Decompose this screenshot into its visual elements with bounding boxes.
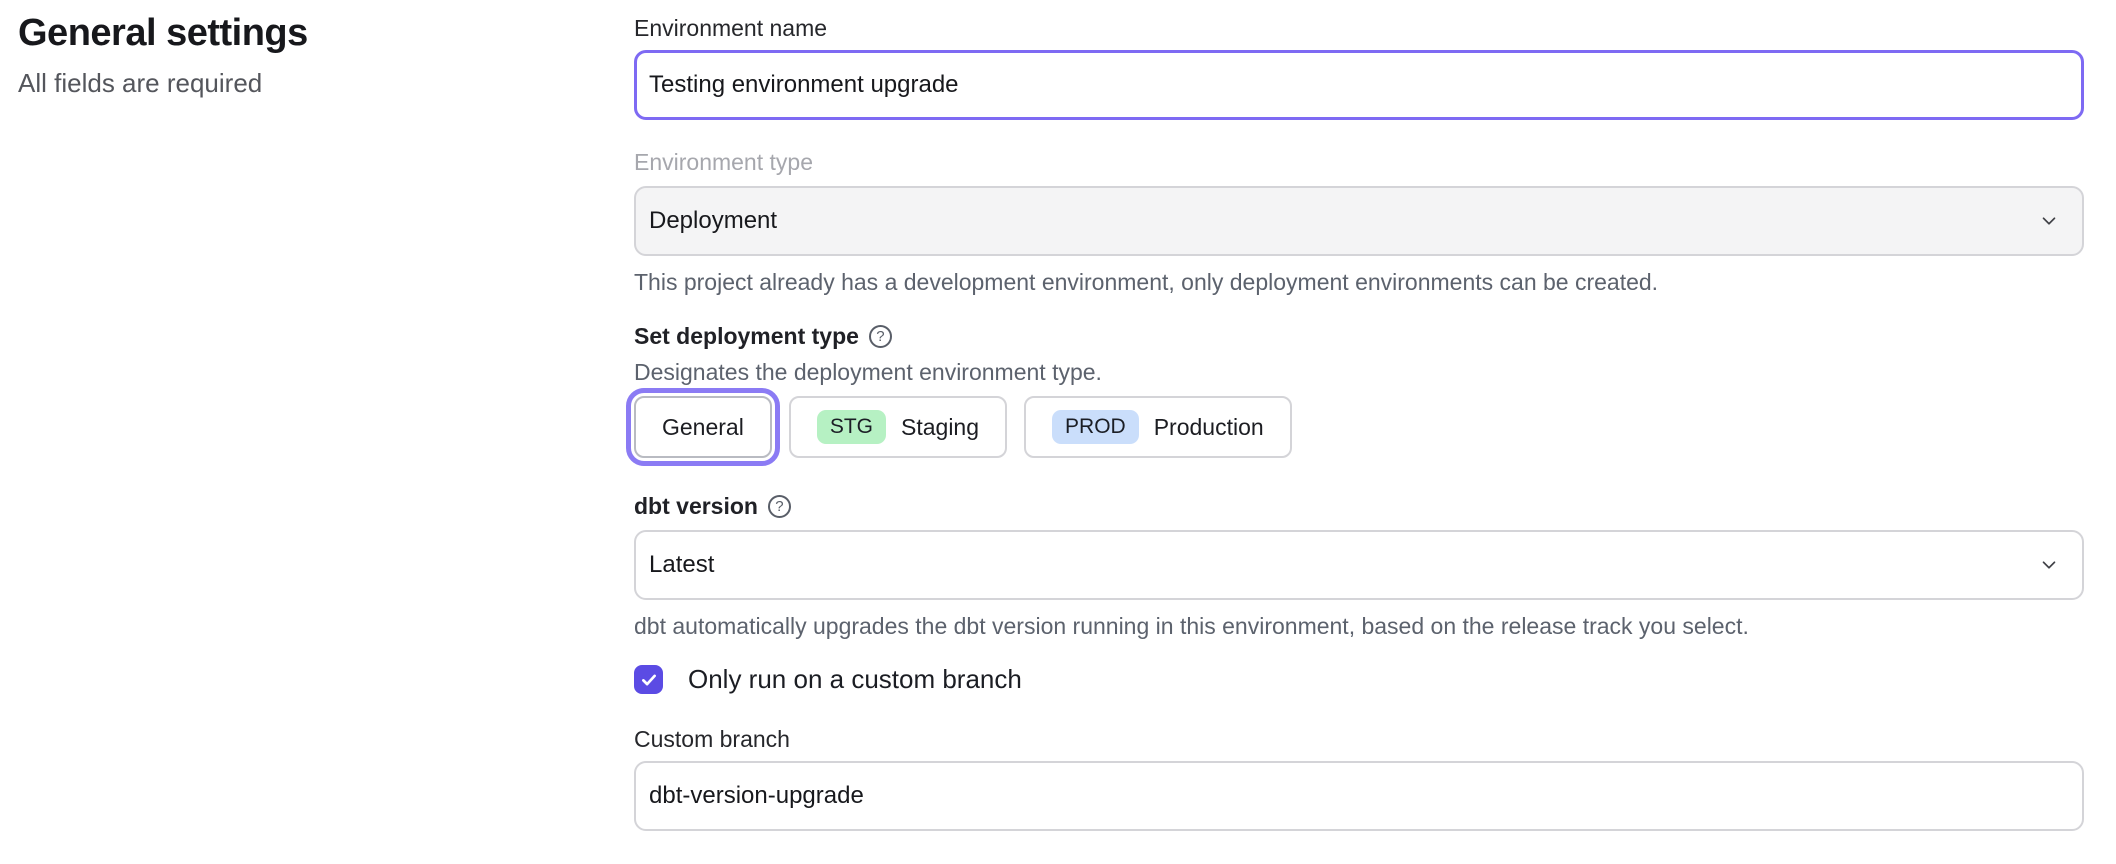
check-icon	[640, 671, 658, 689]
environment-name-input[interactable]	[634, 50, 2084, 120]
page-subtitle: All fields are required	[18, 67, 578, 100]
production-button-label: Production	[1154, 414, 1264, 441]
chevron-down-icon	[2038, 554, 2060, 576]
environment-type-label: Environment type	[634, 148, 2084, 176]
environment-type-value: Deployment	[649, 207, 777, 235]
custom-branch-toggle-label[interactable]: Only run on a custom branch	[688, 664, 1022, 695]
deployment-type-label: Set deployment type	[634, 322, 859, 350]
general-button-label: General	[662, 414, 744, 441]
custom-branch-label: Custom branch	[634, 725, 2084, 753]
page-title: General settings	[18, 10, 578, 58]
help-icon[interactable]: ?	[768, 495, 791, 518]
dbt-version-label-row: dbt version ?	[634, 492, 2084, 520]
environment-settings-page: General settings All fields are required…	[0, 0, 2116, 864]
environment-settings-form: Environment name Environment type Deploy…	[634, 0, 2084, 831]
settings-header: General settings All fields are required	[18, 10, 578, 99]
environment-name-label: Environment name	[634, 14, 2084, 42]
staging-button-label: Staging	[901, 414, 979, 441]
environment-type-select[interactable]: Deployment	[634, 186, 2084, 256]
custom-branch-input[interactable]	[634, 761, 2084, 831]
deployment-type-general-button[interactable]: General	[634, 396, 772, 458]
deployment-type-description: Designates the deployment environment ty…	[634, 358, 2084, 386]
deployment-type-staging-button[interactable]: STG Staging	[789, 396, 1007, 458]
environment-type-helper: This project already has a development e…	[634, 268, 2084, 296]
chevron-down-icon	[2038, 210, 2060, 232]
staging-badge: STG	[817, 410, 886, 444]
deployment-type-label-row: Set deployment type ?	[634, 322, 2084, 350]
dbt-version-value: Latest	[649, 551, 714, 579]
custom-branch-toggle-row[interactable]: Only run on a custom branch	[634, 664, 2084, 695]
dbt-version-select[interactable]: Latest	[634, 530, 2084, 600]
dbt-version-helper: dbt automatically upgrades the dbt versi…	[634, 612, 2084, 640]
dbt-version-label: dbt version	[634, 492, 758, 520]
help-icon[interactable]: ?	[869, 325, 892, 348]
custom-branch-checkbox[interactable]	[634, 665, 663, 694]
production-badge: PROD	[1052, 410, 1139, 444]
deployment-type-production-button[interactable]: PROD Production	[1024, 396, 1292, 458]
deployment-type-options: General STG Staging PROD Production	[634, 396, 2084, 458]
